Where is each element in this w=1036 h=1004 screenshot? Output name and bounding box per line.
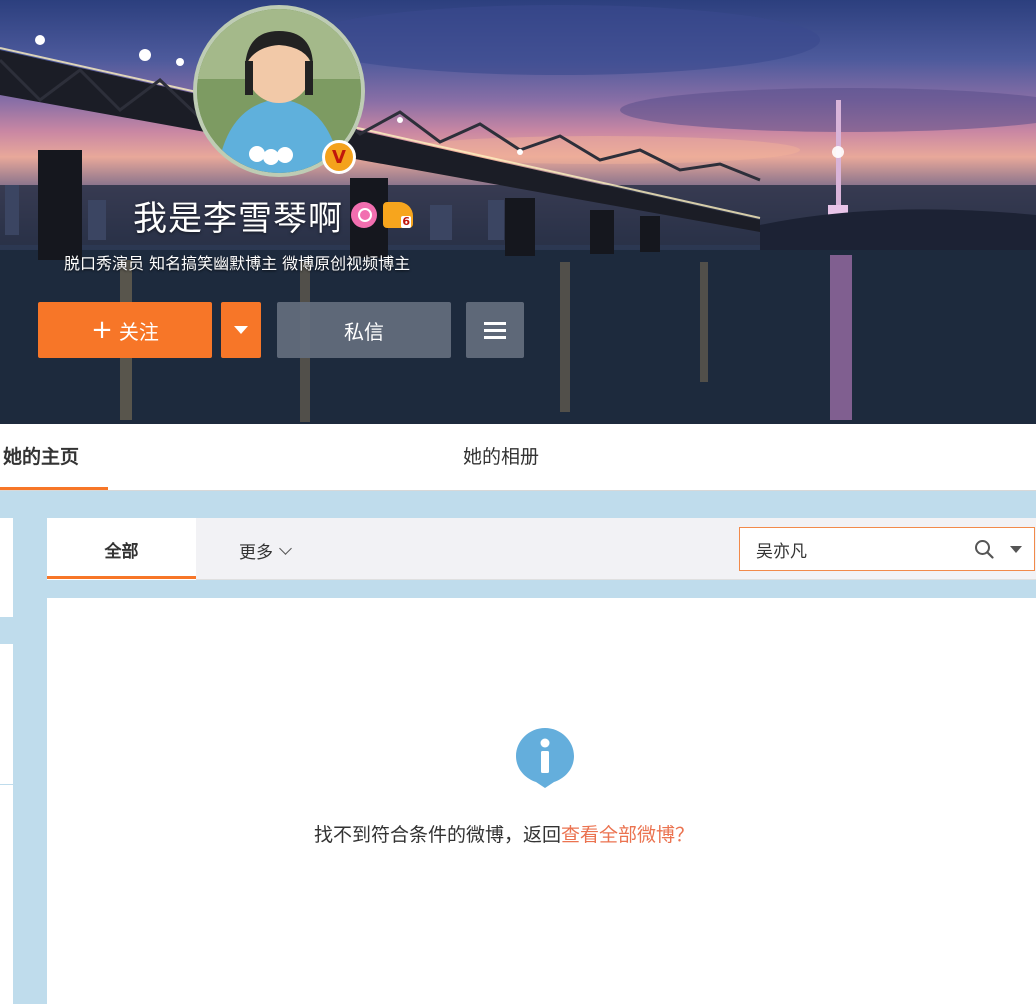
tab-album[interactable]: 她的相册 <box>463 442 539 469</box>
follow-button[interactable]: + 关注 <box>38 302 212 358</box>
follow-dropdown-button[interactable] <box>221 302 261 358</box>
tab-home[interactable]: 她的主页 <box>3 442 79 469</box>
menu-icon <box>484 321 506 325</box>
chevron-down-icon <box>279 541 292 555</box>
tab-active-indicator <box>47 576 196 579</box>
profile-bio: 脱口秀演员 知名搞笑幽默博主 微博原创视频博主 <box>64 254 411 273</box>
tab-all[interactable]: 全部 <box>47 518 196 580</box>
feed-search-input[interactable] <box>756 537 956 561</box>
tab-active-indicator <box>0 487 108 490</box>
left-card <box>0 644 13 784</box>
female-icon <box>351 202 377 228</box>
follow-label: 关注 <box>118 319 159 344</box>
more-menu-button[interactable] <box>466 302 524 358</box>
search-icon[interactable] <box>974 539 994 559</box>
info-icon <box>516 728 574 788</box>
profile-name-row: 我是李雪琴啊 <box>133 190 413 240</box>
search-options-dropdown-icon[interactable] <box>1010 546 1022 553</box>
message-button[interactable]: 私信 <box>277 302 451 358</box>
profile-cover: V 我是李雪琴啊 脱口秀演员 知名搞笑幽默博主 微博原创视频博主 + 关注 私信 <box>0 0 1036 424</box>
empty-message-text: 找不到符合条件的微博，返回 <box>314 824 562 846</box>
more-filter-dropdown[interactable]: 更多 <box>239 538 292 563</box>
message-label: 私信 <box>344 319 384 344</box>
more-filter-label: 更多 <box>239 543 273 563</box>
feed-search-box <box>739 527 1035 571</box>
empty-message: 找不到符合条件的微博，返回查看全部微博？ <box>47 820 1036 847</box>
member-icon[interactable] <box>383 202 413 228</box>
feed-filter-bar: 全部 更多 <box>47 518 1036 580</box>
profile-name: 我是李雪琴啊 <box>133 198 343 239</box>
feed-empty-state: 找不到符合条件的微博，返回查看全部微博？ <box>47 598 1036 1004</box>
plus-icon: + <box>91 315 113 345</box>
verified-icon: V <box>322 140 356 174</box>
left-card <box>0 518 13 617</box>
left-card <box>0 785 13 1004</box>
view-all-posts-link[interactable]: 查看全部微博？ <box>561 824 694 846</box>
profile-tabbar: 她的主页 她的相册 <box>0 424 1036 491</box>
caret-down-icon <box>234 326 248 334</box>
